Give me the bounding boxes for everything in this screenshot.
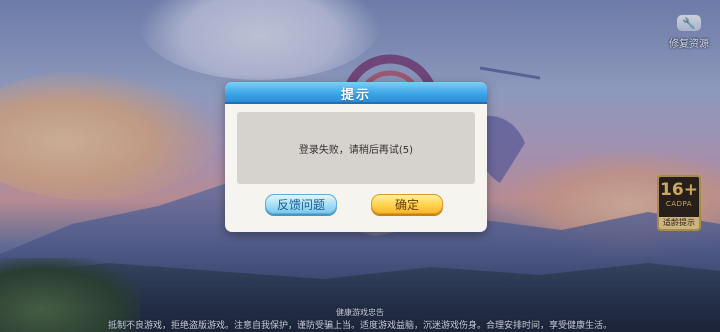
- confirm-button[interactable]: 确定: [371, 194, 443, 214]
- dialog-message: 登录失败，请稍后再试(5): [298, 144, 414, 156]
- game-launch-screen: 🔧 修复资源 16+ CADPA 适龄提示 健康游戏忠告 抵制不良游戏，拒绝盗版…: [0, 0, 720, 332]
- feedback-button[interactable]: 反馈问题: [265, 194, 337, 214]
- dialog-title: 提示: [340, 87, 371, 103]
- dialog-header: 提示: [225, 82, 487, 104]
- dialog-message-box: 登录失败，请稍后再试(5): [237, 112, 475, 184]
- alert-dialog: 提示 登录失败，请稍后再试(5) 反馈问题 确定: [225, 82, 487, 232]
